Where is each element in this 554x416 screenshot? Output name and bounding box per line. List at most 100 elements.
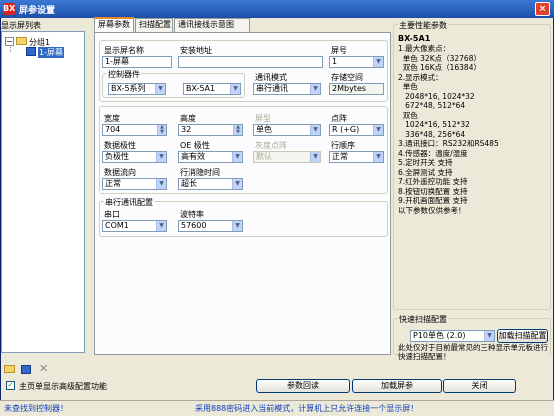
width-value: 704 xyxy=(105,125,121,134)
controller-model-select[interactable]: BX-5A1 ▼ xyxy=(183,83,241,95)
screen-type-select[interactable]: 单色 ▼ xyxy=(253,124,321,136)
baud-label: 波特率 xyxy=(180,210,204,219)
dropdown-arrow-icon[interactable]: ▼ xyxy=(232,179,242,189)
baud-value: 57600 xyxy=(181,221,207,230)
gray-label: 灰度点阵 xyxy=(255,141,287,150)
quick-scan-value: P10单色 (2.0) xyxy=(413,331,466,340)
delete-icon[interactable]: ✕ xyxy=(39,362,48,375)
dropdown-arrow-icon[interactable]: ▼ xyxy=(155,84,165,94)
height-spinner[interactable]: ▲ ▼ xyxy=(233,125,242,135)
advanced-config-checkbox[interactable]: ✓ xyxy=(6,381,15,390)
dropdown-arrow-icon[interactable]: ▼ xyxy=(484,331,494,341)
tab-wiring-diagram[interactable]: 通讯接线示意图 xyxy=(174,18,250,32)
screen-name-label: 显示屏名称 xyxy=(104,46,144,55)
width-input[interactable]: 704 ▲ ▼ xyxy=(102,124,167,136)
storage-value: 2Mbytes xyxy=(329,83,384,95)
matrix-label: 点阵 xyxy=(331,114,347,123)
data-direction-value: 正常 xyxy=(105,179,121,188)
folder-icon xyxy=(16,37,27,45)
dropdown-arrow-icon: ▼ xyxy=(310,152,320,162)
add-group-icon[interactable] xyxy=(4,365,15,373)
close-button[interactable]: 关闭 xyxy=(443,379,516,393)
spin-down-icon[interactable]: ▼ xyxy=(160,129,164,135)
oe-polarity-label: OE 极性 xyxy=(180,141,210,150)
dropdown-arrow-icon[interactable]: ▼ xyxy=(373,125,383,135)
tree-screen-item[interactable]: 1-屏幕 xyxy=(38,47,64,58)
screen-type-value: 单色 xyxy=(256,125,272,134)
row-order-label: 行顺序 xyxy=(331,141,355,150)
port-label: 串口 xyxy=(104,210,120,219)
serial-config-label: 串行通讯配置 xyxy=(104,197,154,208)
port-select[interactable]: COM1 ▼ xyxy=(102,220,167,232)
add-screen-icon[interactable] xyxy=(21,365,31,374)
dropdown-arrow-icon[interactable]: ▼ xyxy=(310,84,320,94)
install-address-label: 安装地址 xyxy=(180,46,212,55)
screen-list-header: 显示屏列表 xyxy=(1,21,41,30)
dropdown-arrow-icon[interactable]: ▼ xyxy=(230,84,240,94)
port-value: COM1 xyxy=(105,221,129,230)
dropdown-arrow-icon[interactable]: ▼ xyxy=(156,152,166,162)
row-blank-value: 超长 xyxy=(181,179,197,188)
screen-icon xyxy=(26,47,36,56)
gray-select: 默认 ▼ xyxy=(253,151,321,163)
tab-scan-config[interactable]: 扫描配置 xyxy=(135,18,173,32)
row-order-select[interactable]: 正常 ▼ xyxy=(329,151,384,163)
load-params-button[interactable]: 加载屏参 xyxy=(352,379,442,393)
close-window-button[interactable]: × xyxy=(535,2,550,16)
screen-number-label: 屏号 xyxy=(331,46,347,55)
data-direction-label: 数据流向 xyxy=(104,168,136,177)
data-polarity-value: 负极性 xyxy=(105,152,129,161)
gray-value: 默认 xyxy=(256,152,272,161)
screen-name-input[interactable]: 1-屏幕 xyxy=(102,56,172,68)
expand-toggle-icon[interactable]: − xyxy=(5,37,14,46)
storage-label: 存储空间 xyxy=(331,73,363,82)
comm-mode-select[interactable]: 串行通讯 ▼ xyxy=(253,83,321,95)
dropdown-arrow-icon[interactable]: ▼ xyxy=(156,221,166,231)
data-polarity-select[interactable]: 负极性 ▼ xyxy=(102,151,167,163)
dropdown-arrow-icon[interactable]: ▼ xyxy=(373,57,383,67)
dropdown-arrow-icon[interactable]: ▼ xyxy=(373,152,383,162)
controller-model-value: BX-5A1 xyxy=(186,84,216,93)
screen-number-value: 1 xyxy=(332,57,338,66)
dropdown-arrow-icon[interactable]: ▼ xyxy=(156,179,166,189)
controller-series-select[interactable]: BX-5系列 ▼ xyxy=(108,83,166,95)
quick-scan-select[interactable]: P10单色 (2.0) ▼ xyxy=(410,330,495,342)
comm-mode-label: 通讯模式 xyxy=(255,73,287,82)
screen-tree-panel xyxy=(1,31,85,353)
controller-series-value: BX-5系列 xyxy=(111,84,146,93)
controller-group-label: 控制器件 xyxy=(107,69,141,80)
matrix-select[interactable]: R (+G) ▼ xyxy=(329,124,384,136)
quick-scan-note: 此处仅对于目前最常见的三种显示单元板进行快速扫描配置！ xyxy=(398,343,548,361)
oe-polarity-value: 高有效 xyxy=(181,152,205,161)
width-spinner[interactable]: ▲ ▼ xyxy=(157,125,166,135)
dropdown-arrow-icon[interactable]: ▼ xyxy=(232,152,242,162)
dropdown-arrow-icon[interactable]: ▼ xyxy=(232,221,242,231)
status-left: 未查找到控制器！ xyxy=(4,404,68,413)
tab-screen-params[interactable]: 屏幕参数 xyxy=(94,17,134,33)
height-label: 高度 xyxy=(180,114,196,123)
row-blank-label: 行消隐时间 xyxy=(180,168,220,177)
dropdown-arrow-icon[interactable]: ▼ xyxy=(310,125,320,135)
baud-select[interactable]: 57600 ▼ xyxy=(178,220,243,232)
install-address-input[interactable] xyxy=(178,56,323,68)
height-value: 32 xyxy=(181,125,192,134)
advanced-config-label: 主页单显示高级配置功能 xyxy=(19,382,107,391)
window-title: 屏参设置 xyxy=(19,6,56,16)
title-bar[interactable] xyxy=(0,0,554,18)
app-icon: BX xyxy=(3,3,16,15)
tree-connector xyxy=(10,47,11,52)
info-panel-header: 主要性能参数 xyxy=(398,20,448,31)
oe-polarity-select[interactable]: 高有效 ▼ xyxy=(178,151,243,163)
screen-number-select[interactable]: 1 ▼ xyxy=(329,56,384,68)
row-blank-select[interactable]: 超长 ▼ xyxy=(178,178,243,190)
load-scan-config-button[interactable]: 加载扫描配置 xyxy=(497,329,548,343)
screen-type-label: 屏型 xyxy=(255,114,271,123)
read-back-button[interactable]: 参数回读 xyxy=(256,379,350,393)
matrix-value: R (+G) xyxy=(332,125,360,134)
spin-down-icon[interactable]: ▼ xyxy=(236,129,240,135)
data-direction-select[interactable]: 正常 ▼ xyxy=(102,178,167,190)
quick-scan-label: 快速扫描配置 xyxy=(398,314,448,325)
comm-mode-value: 串行通讯 xyxy=(256,84,288,93)
height-input[interactable]: 32 ▲ ▼ xyxy=(178,124,243,136)
data-polarity-label: 数据极性 xyxy=(104,141,136,150)
